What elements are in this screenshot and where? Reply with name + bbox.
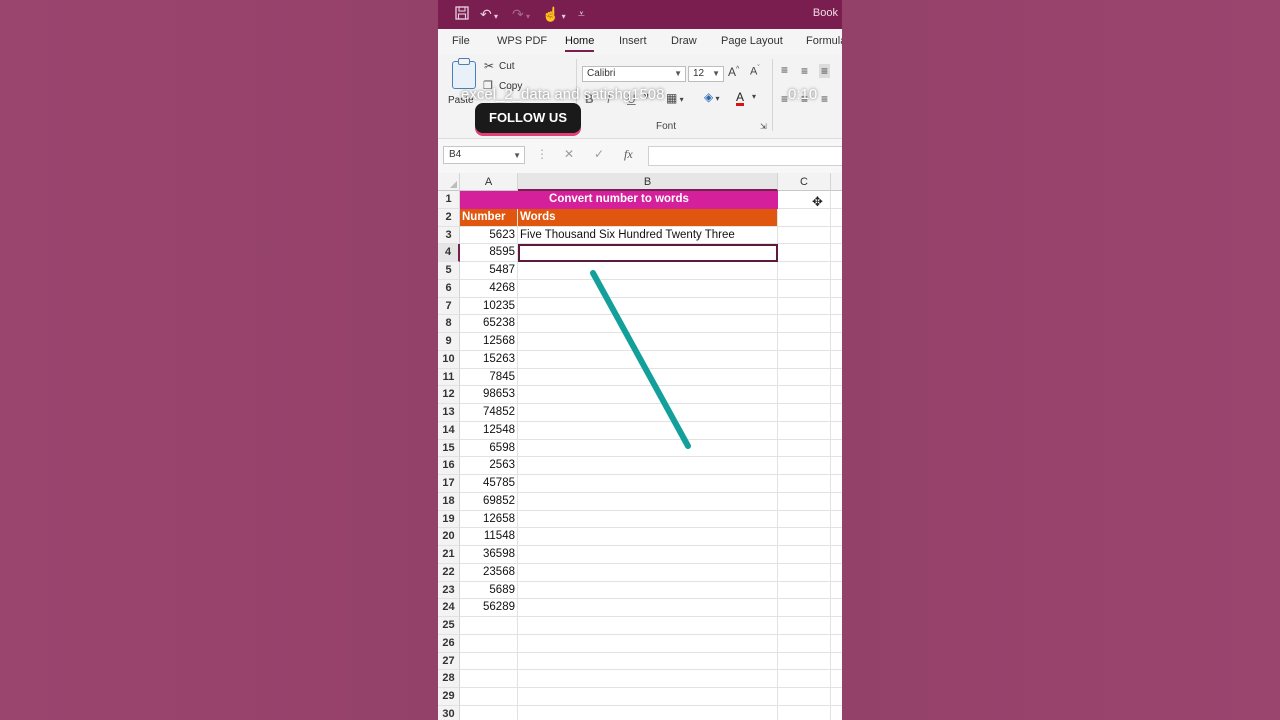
tab-file[interactable]: File [452, 35, 470, 47]
channel-overlay-text: excel_2_data and satishg1508 [461, 86, 665, 103]
chevron-down-icon: ▼ [513, 151, 521, 160]
cancel-icon[interactable]: ✕ [564, 147, 574, 161]
align-top-icon[interactable]: ≡ [781, 63, 788, 77]
align-middle-icon[interactable]: ≡ [801, 64, 808, 78]
font-color-icon[interactable]: A [736, 90, 744, 104]
borders-icon[interactable]: ▦ ▾ [666, 91, 684, 105]
font-group-label: Font [656, 121, 677, 132]
pen-annotation [590, 270, 691, 449]
window-title: Book [812, 7, 838, 19]
tab-draw[interactable]: Draw [671, 35, 697, 47]
tab-insert[interactable]: Insert [619, 35, 647, 47]
font-size-value: 12 [693, 68, 705, 79]
font-color-dropdown-icon[interactable]: ▾ [752, 92, 756, 101]
fill-color-icon[interactable]: ◈ ▾ [704, 90, 719, 104]
touch-mode-icon[interactable]: ☝ ▾ [542, 5, 566, 26]
spreadsheet-window: ↶ ▾ ↷ ▾ ☝ ▾ ⩡ Book File WPS PDF Home Ins… [438, 0, 842, 720]
tab-formulas[interactable]: Formula [806, 35, 842, 47]
ribbon-tabs: File WPS PDF Home Insert Draw Page Layou… [438, 29, 842, 55]
name-box-value: B4 [449, 149, 462, 160]
title-bar: ↶ ▾ ↷ ▾ ☝ ▾ ⩡ Book [438, 0, 842, 29]
worksheet-grid[interactable]: A B C 1 Convert number to words 2 Number… [438, 173, 842, 720]
font-name-value: Calibri [587, 68, 616, 79]
enter-icon[interactable]: ✓ [594, 147, 604, 161]
redo-icon[interactable]: ↷ ▾ [512, 5, 530, 26]
align-right-icon[interactable]: ≡ [821, 92, 828, 106]
formula-bar: B4 ▼ ⋮ ✕ ✓ fx [438, 139, 842, 173]
cut-icon: ✂ [484, 59, 495, 73]
increase-font-icon[interactable]: A^ [728, 65, 739, 79]
tab-page-layout[interactable]: Page Layout [721, 35, 783, 47]
chevron-down-icon: ▼ [674, 69, 682, 78]
follow-us-button[interactable]: FOLLOW US [475, 103, 581, 133]
align-left-icon[interactable]: ≡ [781, 92, 788, 106]
font-dialog-launcher-icon[interactable]: ⇲ [760, 122, 767, 131]
video-timer: 0:10 [788, 86, 818, 103]
align-bottom-icon[interactable]: ≡ [819, 64, 831, 78]
pen-stroke [590, 270, 691, 449]
customize-icon[interactable]: ⩡ [578, 5, 585, 23]
undo-icon[interactable]: ↶ ▾ [480, 5, 498, 26]
paste-icon[interactable] [452, 58, 476, 89]
tab-home[interactable]: Home [565, 35, 595, 52]
chevron-down-icon: ▼ [712, 69, 720, 78]
font-name-select[interactable]: Calibri ▼ [582, 66, 686, 82]
insert-function-icon[interactable]: fx [624, 147, 633, 162]
save-icon[interactable] [454, 5, 470, 25]
cut-button[interactable]: Cut [499, 61, 515, 72]
name-box[interactable]: B4 ▼ [443, 146, 525, 164]
tab-wps-pdf[interactable]: WPS PDF [497, 35, 547, 47]
formula-input[interactable] [648, 146, 842, 166]
more-icon: ⋮ [536, 147, 548, 161]
font-size-select[interactable]: 12 ▼ [688, 66, 724, 82]
decrease-font-icon[interactable]: Aˇ [750, 65, 760, 78]
divider [772, 59, 773, 131]
